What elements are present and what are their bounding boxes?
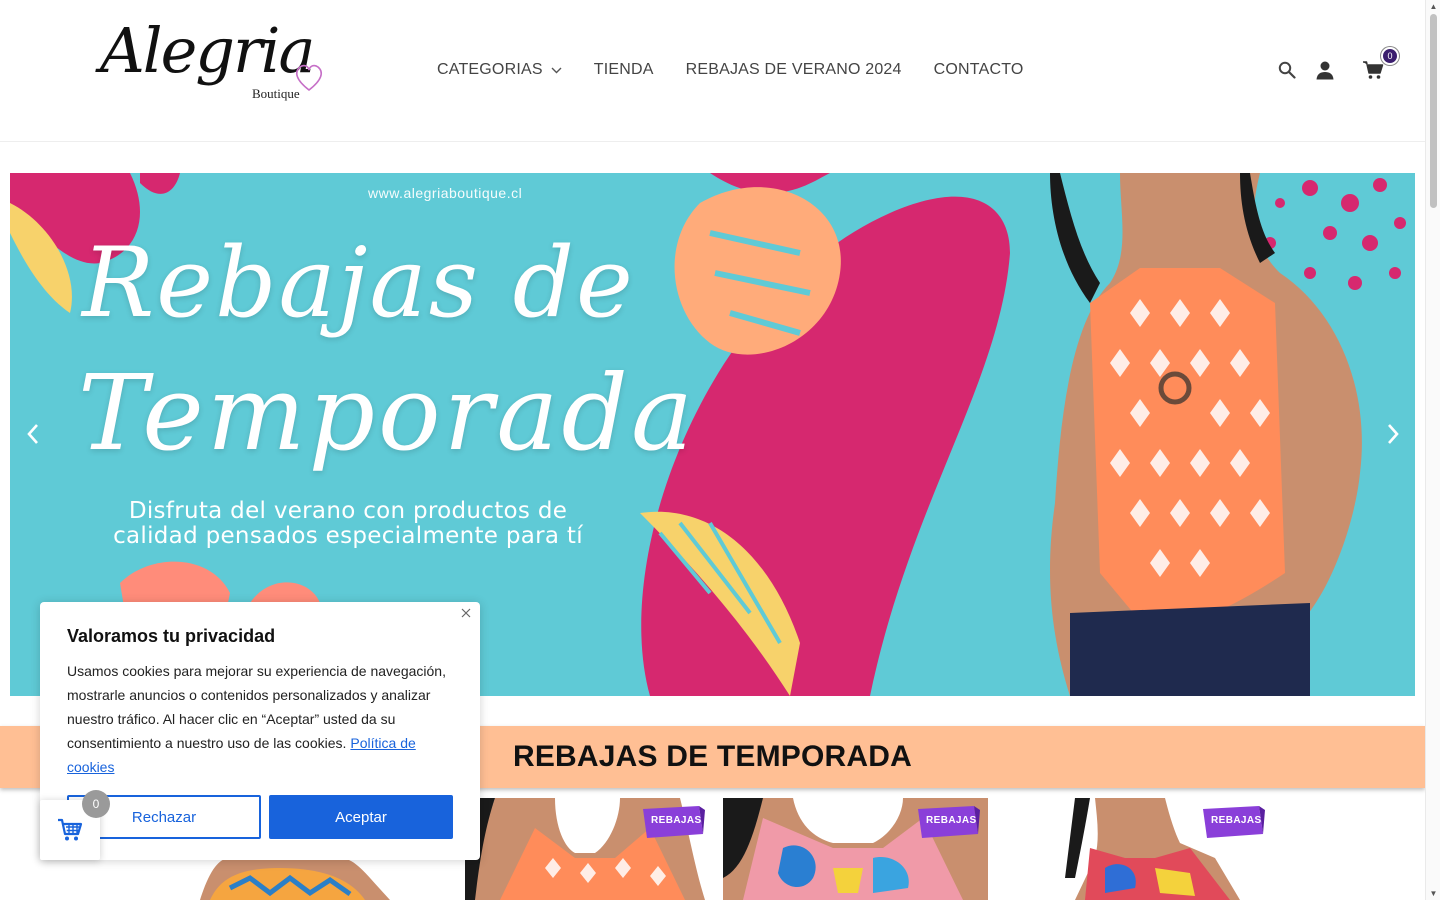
slider-prev-button[interactable] xyxy=(20,421,46,447)
chevron-left-icon xyxy=(27,424,38,444)
main-nav: CATEGORIAS TIENDA REBAJAS DE VERANO 2024… xyxy=(437,58,1056,82)
hero-headline-line2: Temporada xyxy=(78,352,696,474)
sale-badge: REBAJAS xyxy=(918,806,980,840)
sale-badge-label: REBAJAS xyxy=(926,815,977,826)
user-icon[interactable] xyxy=(1313,58,1337,82)
sale-badge-label: REBAJAS xyxy=(1211,815,1262,826)
logo-script: Alegria xyxy=(100,14,315,87)
close-icon[interactable] xyxy=(460,606,472,618)
scrollbar-thumb[interactable] xyxy=(1430,14,1437,208)
floating-cart-count: 0 xyxy=(82,790,110,818)
chevron-down-icon xyxy=(551,67,562,74)
accept-button[interactable]: Aceptar xyxy=(269,795,453,839)
nav-item-label: CONTACTO xyxy=(933,61,1024,78)
nav-item-rebajas-verano[interactable]: REBAJAS DE VERANO 2024 xyxy=(686,58,902,82)
logo-subtitle: Boutique xyxy=(252,86,300,101)
basket-icon xyxy=(58,818,83,841)
nav-item-contacto[interactable]: CONTACTO xyxy=(934,58,1024,82)
search-icon[interactable] xyxy=(1275,58,1299,82)
cart-count-badge: 0 xyxy=(1381,47,1399,65)
cookie-consent-banner: Valoramos tu privacidad Usamos cookies p… xyxy=(40,602,480,860)
chevron-right-icon xyxy=(1388,424,1399,444)
nav-item-label: TIENDA xyxy=(593,61,654,78)
site-logo[interactable]: Alegria Boutique xyxy=(100,20,330,125)
nav-item-label: CATEGORIAS xyxy=(437,61,543,78)
nav-item-label: REBAJAS DE VERANO 2024 xyxy=(685,61,902,78)
hero-tagline: Disfruta del verano con productos de cal… xyxy=(113,498,583,549)
nav-item-tienda[interactable]: TIENDA xyxy=(594,58,654,82)
sale-badge: REBAJAS xyxy=(643,806,705,840)
product-card[interactable]: REBAJAS xyxy=(1005,798,1270,900)
hero-url: www.alegriaboutique.cl xyxy=(368,185,523,201)
site-header: Alegria Boutique CATEGORIAS TIENDA REBAJ… xyxy=(0,0,1425,142)
nav-item-categorias[interactable]: CATEGORIAS xyxy=(437,58,562,82)
cookie-body: Usamos cookies para mejorar su experienc… xyxy=(67,659,459,779)
slider-next-button[interactable] xyxy=(1380,421,1406,447)
page-scrollbar[interactable]: ▲ ▼ xyxy=(1425,0,1440,900)
product-card[interactable]: REBAJAS xyxy=(723,798,988,900)
hero-headline-line1: Rebajas de xyxy=(82,227,635,339)
scroll-down-icon[interactable]: ▼ xyxy=(1429,889,1438,898)
cookie-title: Valoramos tu privacidad xyxy=(67,626,276,646)
header-actions: 0 xyxy=(1275,47,1399,82)
cart-icon[interactable]: 0 xyxy=(1361,47,1399,82)
sale-badge-label: REBAJAS xyxy=(651,815,702,826)
scroll-up-icon[interactable]: ▲ xyxy=(1429,2,1438,11)
sale-badge: REBAJAS xyxy=(1203,806,1265,840)
product-card[interactable]: REBAJAS xyxy=(465,798,705,900)
